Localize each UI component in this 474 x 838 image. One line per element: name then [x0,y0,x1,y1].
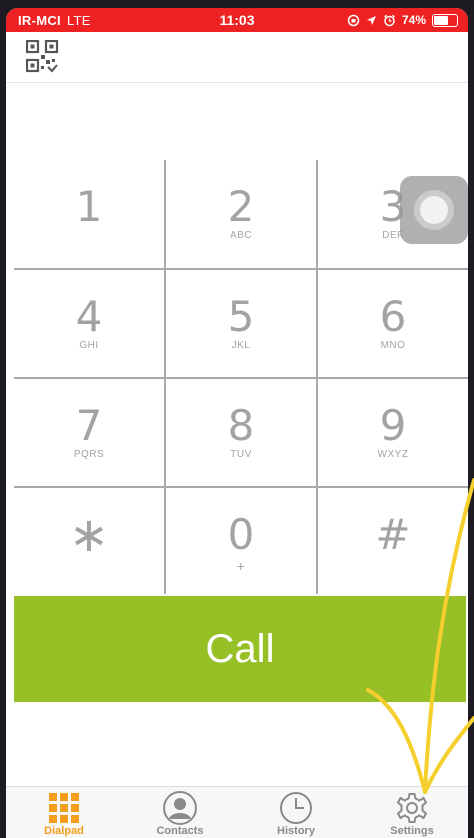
key-1[interactable]: 1 [14,160,164,268]
key-digit: 2 [227,182,255,231]
tab-label: History [277,825,315,837]
key-8[interactable]: 8 TUV [166,379,316,487]
tab-dialpad[interactable]: Dialpad [6,787,122,838]
tab-settings[interactable]: Settings [354,787,468,838]
tab-bar: Dialpad Contacts History Settings [6,786,468,838]
key-7[interactable]: 7 PQRS [14,379,164,487]
key-digit: 8 [227,401,255,450]
key-letters: + [236,558,246,574]
battery-icon [432,13,458,27]
key-9[interactable]: 9 WXYZ [318,379,468,487]
tab-history[interactable]: History [238,787,354,838]
gear-icon [396,793,428,823]
tab-label: Dialpad [44,825,84,837]
key-letters: PQRS [73,449,105,460]
key-letters: WXYZ [377,449,409,460]
tab-label: Settings [390,825,434,837]
key-digit: ∗ [68,507,110,563]
phone-screen: IR-MCI LTE 11:03 74% 1 2 ABC 3 DEF 4 GHI… [6,8,468,838]
key-5[interactable]: 5 JKL [166,270,316,378]
key-2[interactable]: 2 ABC [166,160,316,268]
key-digit: 6 [379,292,407,341]
key-digit: 0 [227,510,255,559]
key-letters: JKL [231,340,251,351]
tab-label: Contacts [156,825,204,837]
key-digit: 5 [227,292,255,341]
key-0[interactable]: 0 + [166,488,316,596]
key-letters: TUV [230,449,252,460]
alarm-icon [383,14,395,26]
key-hash[interactable]: # [318,488,468,596]
location-arrow-icon [366,15,376,25]
assistive-touch-icon[interactable] [400,176,468,244]
key-digit: # [375,510,411,559]
key-digit: 9 [379,401,407,450]
call-button[interactable]: Call [14,596,466,702]
key-star[interactable]: ∗ [14,488,164,596]
key-4[interactable]: 4 GHI [14,270,164,378]
battery-fill [434,15,449,25]
key-letters: ABC [229,230,253,241]
key-digit: 7 [75,401,103,450]
status-bar: IR-MCI LTE 11:03 74% [6,8,468,32]
key-digit: 1 [75,182,103,231]
status-icons: 74% [347,13,458,27]
qr-code-icon[interactable] [26,40,60,74]
key-6[interactable]: 6 MNO [318,270,468,378]
clock-icon [280,792,312,824]
key-letters: GHI [79,340,99,351]
screen-rotation-lock-icon [347,14,360,26]
dialpad-grid-icon [49,793,79,823]
key-digit: 4 [75,292,103,341]
key-letters: MNO [380,340,406,351]
contact-person-icon [163,791,197,825]
battery-percent: 74% [401,13,426,27]
tab-contacts[interactable]: Contacts [122,787,238,838]
top-bar [6,32,468,83]
